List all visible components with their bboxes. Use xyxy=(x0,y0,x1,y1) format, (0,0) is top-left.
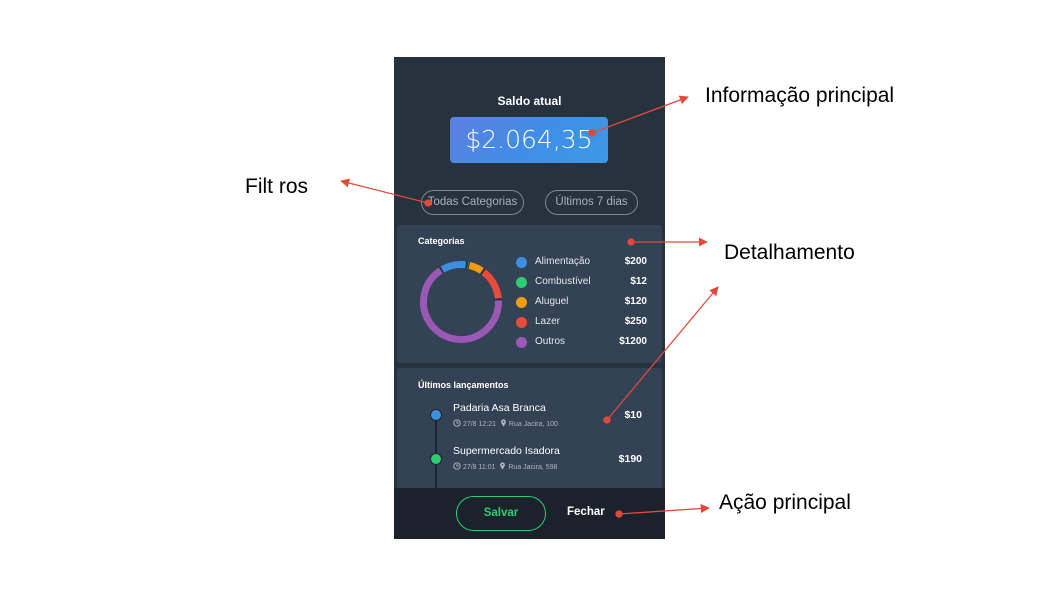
period-filter[interactable]: Últimos 7 dias xyxy=(545,190,638,215)
legend-value: $1200 xyxy=(619,336,647,347)
legend-value: $120 xyxy=(624,296,647,307)
timeline-dot xyxy=(430,453,442,465)
save-button[interactable]: Salvar xyxy=(456,496,546,531)
location-pin-icon xyxy=(500,462,506,470)
legend-label: Alimentação xyxy=(535,256,591,267)
transaction-item[interactable]: Supermercado Isadora 27/8 11:01 Rua Jaci… xyxy=(397,445,662,479)
legend-dot xyxy=(516,297,527,308)
transaction-location: Rua Jacira, 100 xyxy=(508,421,558,428)
balance-label: Saldo atual xyxy=(497,94,562,108)
legend-item-outros: Outros $1200 xyxy=(516,335,647,349)
legend-label: Combustível xyxy=(535,276,591,287)
annotation-main-info: Informação principal xyxy=(705,84,895,107)
transaction-item[interactable]: Padaria Asa Branca 27/8 12:21 Rua Jacira… xyxy=(397,402,662,436)
balance-value: $2.064,35 xyxy=(450,117,608,163)
legend-dot xyxy=(516,317,527,328)
legend-label: Aluguel xyxy=(535,296,569,307)
transaction-amount: $190 xyxy=(618,453,642,465)
transaction-time: 27/8 12:21 xyxy=(462,421,497,428)
legend-dot xyxy=(516,257,527,268)
transactions-title: Últimos lançamentos xyxy=(418,380,509,390)
annotation-filters: Filt ros xyxy=(245,175,308,198)
donut-segment-lazer xyxy=(420,261,502,343)
donut-segment-alimentacao xyxy=(420,261,502,343)
categories-card: Categorias Alimentação $200 Combustível … xyxy=(397,225,662,363)
legend-item-combustivel: Combustível $12 xyxy=(516,275,647,289)
category-filter[interactable]: Todas Categorias xyxy=(421,190,524,215)
legend-label: Outros xyxy=(535,336,566,347)
legend-dot xyxy=(516,337,527,348)
annotation-main-action: Ação principal xyxy=(719,491,851,514)
annotation-detail: Detalhamento xyxy=(724,241,855,264)
donut-segment-aluguel xyxy=(420,261,502,343)
phone-screen: Saldo atual $2.064,35 Todas Categorias Ú… xyxy=(394,57,665,539)
legend-item-alimentacao: Alimentação $200 xyxy=(516,255,647,269)
transaction-amount: $10 xyxy=(624,409,642,421)
timeline-dot xyxy=(430,409,442,421)
legend-value: $200 xyxy=(624,256,647,267)
legend-item-lazer: Lazer $250 xyxy=(516,315,647,329)
close-button[interactable]: Fechar xyxy=(567,506,605,518)
transaction-meta: 27/8 11:01 Rua Jacira, 598 xyxy=(453,462,557,471)
transaction-name: Supermercado Isadora xyxy=(453,445,560,457)
bottom-action-bar: Salvar Fechar xyxy=(394,488,665,539)
categories-donut-chart xyxy=(420,261,502,343)
transaction-location: Rua Jacira, 598 xyxy=(508,464,558,471)
legend-label: Lazer xyxy=(535,316,561,327)
clock-icon xyxy=(453,462,461,470)
transaction-name: Padaria Asa Branca xyxy=(453,402,546,414)
donut-segment-outros xyxy=(420,261,502,343)
categories-title: Categorias xyxy=(418,236,465,246)
clock-icon xyxy=(453,419,461,427)
transaction-meta: 27/8 12:21 Rua Jacira, 100 xyxy=(453,419,558,428)
legend-dot xyxy=(516,277,527,288)
legend-value: $250 xyxy=(624,316,647,327)
transaction-time: 27/8 11:01 xyxy=(462,464,496,471)
location-pin-icon xyxy=(501,419,506,427)
legend-value: $12 xyxy=(630,276,647,287)
legend-item-aluguel: Aluguel $120 xyxy=(516,295,647,309)
donut-segment-combustivel xyxy=(420,261,502,343)
